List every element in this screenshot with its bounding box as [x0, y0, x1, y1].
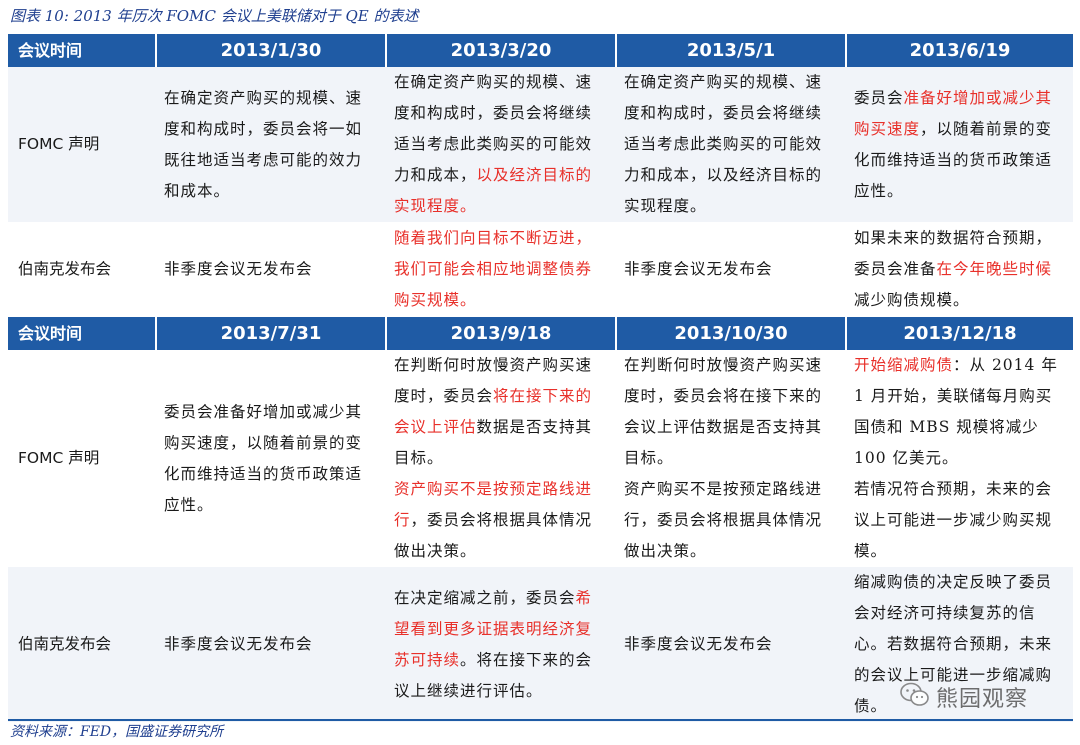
cell-text: 非季度会议无发布会 — [624, 260, 773, 278]
cell-text: 非季度会议无发布会 — [164, 635, 313, 653]
row-label-fomc: FOMC 声明 — [8, 67, 156, 222]
date-header: 2013/6/19 — [845, 34, 1073, 67]
cell-text: 若情况符合预期，未来的会议上可能进一步减少购买规模。 — [854, 480, 1053, 560]
cell-text: ，委员会将根据具体情况做出决策。 — [394, 511, 593, 560]
table-cell: 非季度会议无发布会 — [156, 567, 386, 722]
date-header: 2013/12/18 — [845, 317, 1073, 350]
cell-text: 在确定资产购买的规模、速度和构成时，委员会将继续适当考虑此类购买的可能效力和成本… — [624, 73, 823, 215]
wechat-icon — [900, 682, 930, 712]
cell-text: 在决定缩减之前，委员会 — [394, 588, 576, 607]
table-cell: 非季度会议无发布会 — [156, 222, 386, 317]
bernanke-row-1: 伯南克发布会 非季度会议无发布会 随着我们向目标不断迈进，我们可能会相应地调整债… — [8, 222, 1073, 317]
cell-text: 非季度会议无发布会 — [164, 260, 313, 278]
row-label-bernanke: 伯南克发布会 — [8, 567, 156, 722]
table-cell: 在判断何时放慢资产购买速度时，委员会将在接下来的会议上评估数据是否支持其目标。资… — [616, 350, 846, 567]
fomc-row-2: FOMC 声明 委员会准备好增加或减少其购买速度，以随着前景的变化而维持适当的货… — [8, 350, 1073, 567]
table-cell: 在确定资产购买的规模、速度和构成时，委员会将继续适当考虑此类购买的可能效力和成本… — [386, 67, 616, 222]
date-header: 2013/10/30 — [615, 317, 846, 350]
highlighted-text: 开始缩减购债 — [854, 356, 954, 374]
table-cell: 开始缩减购债：从 2014 年 1 月开始，美联储每月购买国债和 MBS 规模将… — [846, 350, 1073, 567]
fomc-qe-table: 会议时间 2013/1/30 2013/3/20 2013/5/1 2013/6… — [8, 34, 1073, 722]
cell-text: 在确定资产购买的规模、速度和构成时，委员会将一如既往地适当考虑可能的效力和成本。 — [164, 88, 363, 200]
table-cell: 委员会准备好增加或减少其购买速度，以随着前景的变化而维持适当的货币政策适应性。 — [156, 350, 386, 567]
watermark: 熊园观察 — [900, 680, 1028, 714]
cell-text: 减少购债规模。 — [854, 291, 970, 309]
fomc-row-1: FOMC 声明 在确定资产购买的规模、速度和构成时，委员会将一如既往地适当考虑可… — [8, 67, 1073, 222]
date-header: 2013/5/1 — [615, 34, 846, 67]
header-label: 会议时间 — [8, 317, 156, 350]
table-cell: 在确定资产购买的规模、速度和构成时，委员会将一如既往地适当考虑可能的效力和成本。 — [156, 67, 386, 222]
watermark-text: 熊园观察 — [936, 687, 1029, 712]
table-cell: 随着我们向目标不断迈进，我们可能会相应地调整债券购买规模。 — [386, 222, 616, 317]
cell-text: 委员会 — [854, 88, 904, 107]
cell-text: 在判断何时放慢资产购买速度时，委员会将在接下来的会议上评估数据是否支持其目标。 — [624, 356, 823, 467]
date-header: 2013/7/31 — [155, 317, 386, 350]
table-cell: 如果未来的数据符合预期，委员会准备在今年晚些时候减少购债规模。 — [846, 222, 1073, 317]
table-cell: 在确定资产购买的规模、速度和构成时，委员会将继续适当考虑此类购买的可能效力和成本… — [616, 67, 846, 222]
footer-divider — [8, 719, 1073, 721]
table-cell: 非季度会议无发布会 — [616, 222, 846, 317]
date-header: 2013/1/30 — [155, 34, 386, 67]
cell-text: 资产购买不是按预定路线进行，委员会将根据具体情况做出决策。 — [624, 480, 823, 560]
table-cell: 非季度会议无发布会 — [616, 567, 846, 722]
row-label-fomc: FOMC 声明 — [8, 350, 156, 567]
table-cell: 委员会准备好增加或减少其购买速度，以随着前景的变化而维持适当的货币政策适应性。 — [846, 67, 1073, 222]
header-row-1: 会议时间 2013/1/30 2013/3/20 2013/5/1 2013/6… — [8, 34, 1073, 67]
date-header: 2013/3/20 — [385, 34, 616, 67]
row-label-bernanke: 伯南克发布会 — [8, 222, 156, 317]
cell-text: 委员会准备好增加或减少其购买速度，以随着前景的变化而维持适当的货币政策适应性。 — [164, 402, 363, 514]
figure-caption: 图表 10: 2013 年历次 FOMC 会议上美联储对于 QE 的表述 — [10, 7, 419, 25]
date-header: 2013/9/18 — [385, 317, 616, 350]
source-note: 资料来源：FED，国盛证券研究所 — [10, 724, 224, 740]
cell-text: 非季度会议无发布会 — [624, 635, 773, 653]
header-label: 会议时间 — [8, 34, 156, 67]
table-cell: 在判断何时放慢资产购买速度时，委员会将在接下来的会议上评估数据是否支持其目标。资… — [386, 350, 616, 567]
highlighted-text: 随着我们向目标不断迈进，我们可能会相应地调整债券购买规模。 — [394, 229, 593, 309]
table-cell: 在决定缩减之前，委员会希望看到更多证据表明经济复苏可持续。将在接下来的会议上继续… — [386, 567, 616, 722]
header-row-2: 会议时间 2013/7/31 2013/9/18 2013/10/30 2013… — [8, 317, 1073, 350]
highlighted-text: 在今年晚些时候 — [936, 260, 1053, 278]
